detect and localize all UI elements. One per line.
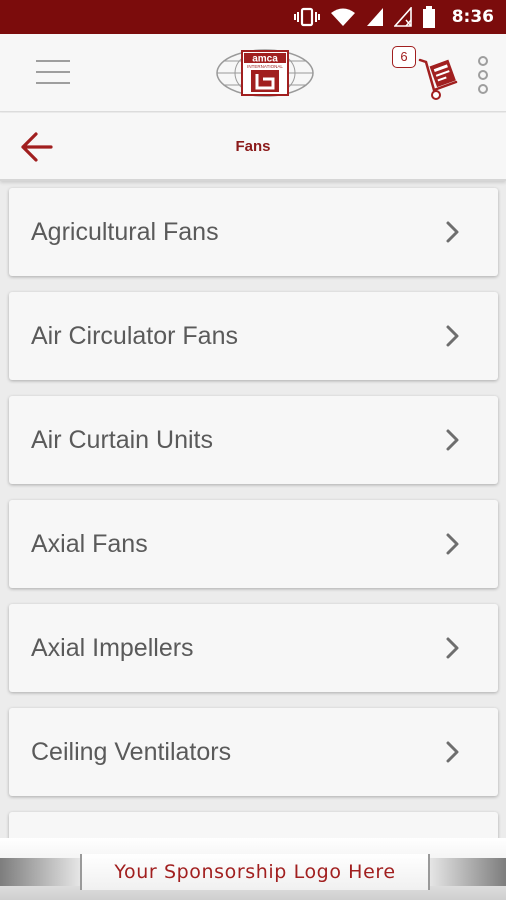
chevron-right-icon bbox=[446, 325, 459, 347]
list-item[interactable]: Air Circulator Fans bbox=[9, 292, 498, 380]
list-item[interactable]: Air Curtain Units bbox=[9, 396, 498, 484]
status-bar: 8:36 bbox=[0, 0, 506, 34]
hamburger-menu-icon[interactable] bbox=[36, 60, 72, 86]
list-item-partial[interactable] bbox=[9, 812, 498, 838]
list-item-label: Agricultural Fans bbox=[31, 218, 219, 246]
list-item[interactable]: Ceiling Ventilators bbox=[9, 708, 498, 796]
app-bar: amca INTERNATIONAL 6 bbox=[0, 34, 506, 112]
list-item-label: Ceiling Ventilators bbox=[31, 738, 232, 766]
status-time: 8:36 bbox=[451, 7, 494, 27]
list-item[interactable]: Agricultural Fans bbox=[9, 188, 498, 276]
page-title: Fans bbox=[235, 138, 271, 155]
amca-logo: amca INTERNATIONAL bbox=[215, 48, 315, 98]
sub-toolbar: Fans bbox=[0, 113, 506, 181]
list-item-label: Axial Impellers bbox=[31, 634, 194, 662]
list-item[interactable]: Axial Fans bbox=[9, 500, 498, 588]
vibrate-icon bbox=[293, 7, 320, 27]
signal-empty-icon bbox=[393, 7, 412, 27]
chevron-right-icon bbox=[446, 637, 459, 659]
svg-text:INTERNATIONAL: INTERNATIONAL bbox=[247, 64, 283, 69]
sponsor-banner[interactable]: Your Sponsorship Logo Here bbox=[0, 838, 506, 900]
cart-count-badge: 6 bbox=[392, 46, 416, 68]
sponsor-box: Your Sponsorship Logo Here bbox=[80, 854, 430, 890]
chevron-right-icon bbox=[446, 221, 459, 243]
status-icons: 8:36 bbox=[293, 0, 494, 34]
more-vert-icon[interactable] bbox=[476, 56, 490, 96]
list-item-label: Axial Fans bbox=[31, 530, 148, 558]
chevron-right-icon bbox=[446, 741, 459, 763]
category-list: Agricultural Fans Air Circulator Fans Ai… bbox=[0, 184, 506, 838]
sponsor-text: Your Sponsorship Logo Here bbox=[114, 861, 396, 883]
cart-button[interactable]: 6 bbox=[392, 46, 462, 104]
list-item-label: Air Circulator Fans bbox=[31, 322, 238, 350]
chevron-right-icon bbox=[446, 533, 459, 555]
battery-icon bbox=[422, 6, 435, 28]
chevron-right-icon bbox=[446, 429, 459, 451]
wifi-icon bbox=[330, 8, 355, 26]
list-item[interactable]: Axial Impellers bbox=[9, 604, 498, 692]
signal-icon bbox=[366, 8, 383, 26]
sponsor-bar-left bbox=[0, 858, 82, 886]
svg-text:amca: amca bbox=[252, 54, 278, 65]
list-item-label: Air Curtain Units bbox=[31, 426, 213, 454]
hand-truck-cart-icon bbox=[418, 58, 458, 100]
sponsor-bar-right bbox=[428, 858, 506, 886]
